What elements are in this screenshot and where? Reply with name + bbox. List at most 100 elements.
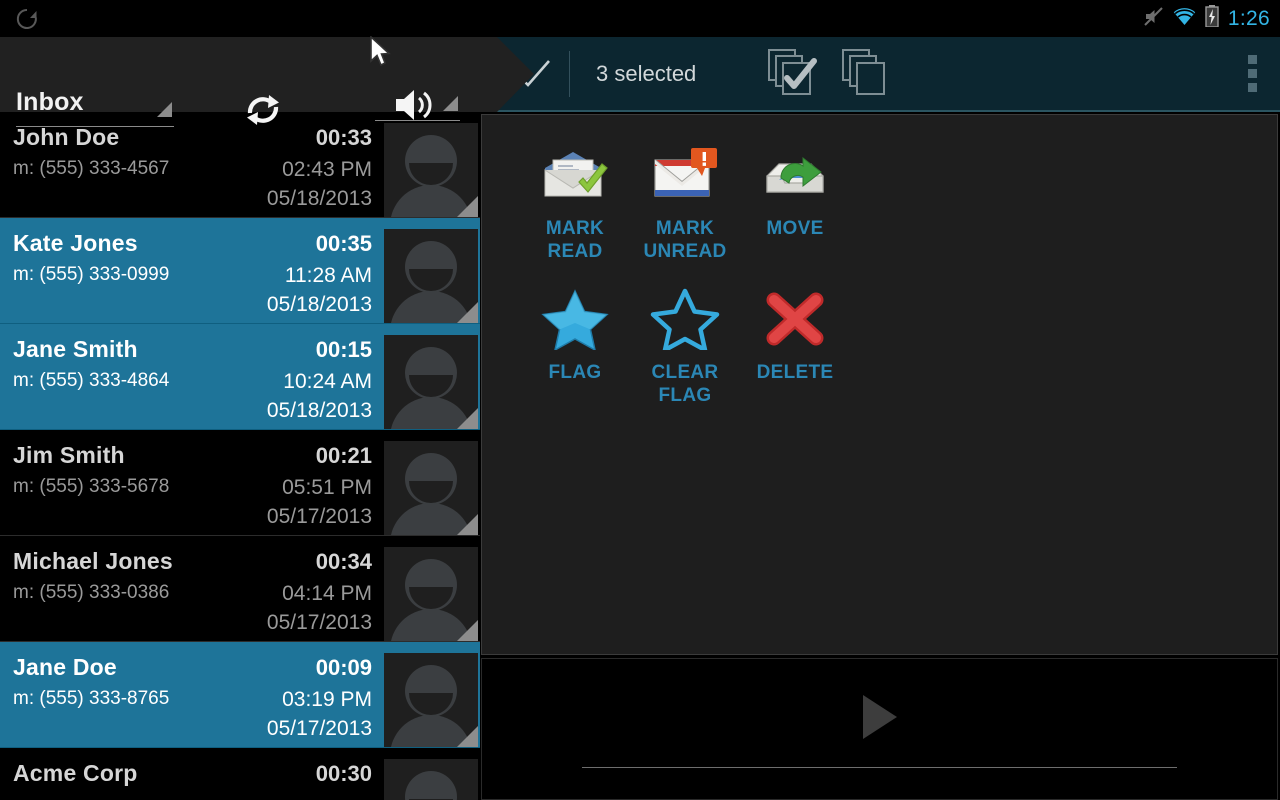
avatar[interactable] (384, 123, 478, 217)
select-all-button[interactable] (758, 36, 832, 111)
date: 05/17/2013 (266, 505, 372, 528)
battery-charging-icon (1205, 5, 1219, 32)
duration: 00:30 (315, 761, 372, 786)
bulk-action-panel: MARK READ MARK UNREAD MOVE FLAG CLEAR FL… (481, 114, 1278, 655)
audio-output-spinner[interactable] (375, 81, 460, 129)
duration: 00:15 (315, 337, 372, 362)
avatar[interactable] (384, 759, 478, 800)
time: 05:51 PM (282, 476, 372, 499)
quick-contact-badge-icon (457, 196, 478, 217)
avatar[interactable] (384, 547, 478, 641)
avatar[interactable] (384, 335, 478, 429)
quick-contact-badge-icon (457, 302, 478, 323)
audio-player (481, 658, 1278, 800)
time: 11:28 AM (284, 264, 372, 287)
move-to-folder-arrow-icon (759, 137, 831, 213)
refresh-icon (247, 95, 279, 125)
row-meta: 00:15 10:24 AM 05/18/2013 (267, 335, 372, 425)
folder-spinner[interactable]: Inbox (16, 87, 174, 135)
time: 10:24 AM (283, 370, 372, 393)
flag-label: FLAG (548, 362, 602, 383)
avatar[interactable] (384, 229, 478, 323)
date: 05/18/2013 (266, 187, 372, 210)
deselect-all-button[interactable] (832, 36, 906, 111)
time: 02:43 PM (282, 158, 372, 181)
list-item[interactable]: Jane Smith m: (555) 333-4864 00:15 10:24… (0, 324, 480, 430)
quick-contact-badge-icon (457, 408, 478, 429)
move-button[interactable]: MOVE (740, 137, 850, 263)
sync-spinner-icon (14, 6, 40, 32)
play-triangle-icon[interactable] (862, 695, 897, 739)
spinner-underline (16, 126, 174, 127)
delete-button[interactable]: DELETE (740, 281, 850, 407)
overflow-dot (1247, 83, 1257, 92)
date: 05/17/2013 (266, 717, 372, 740)
refresh-button[interactable] (238, 89, 288, 131)
app-root: 1:26 Inbox 3 selected John Doe m: (555) … (0, 0, 1280, 800)
overflow-menu-button[interactable] (1224, 36, 1280, 111)
row-meta: 00:34 04:14 PM 05/17/2013 (267, 547, 372, 637)
wifi-icon (1173, 7, 1196, 31)
time: 04:14 PM (282, 582, 372, 605)
select-all-icon (768, 48, 818, 95)
left-action-bar: Inbox (0, 37, 534, 127)
overflow-dot (1247, 69, 1257, 78)
divider (569, 50, 570, 97)
action-grid: MARK READ MARK UNREAD MOVE FLAG CLEAR FL… (482, 115, 872, 425)
duration: 00:34 (315, 549, 372, 574)
spinner-underline (375, 120, 460, 121)
duration: 00:33 (315, 125, 372, 150)
move-label: MOVE (766, 218, 824, 239)
row-meta: 00:21 05:51 PM 05/17/2013 (267, 441, 372, 531)
status-icons: 1:26 (1143, 5, 1280, 32)
chevron-down-icon (443, 96, 458, 111)
chevron-down-icon (157, 102, 172, 117)
quick-contact-badge-icon (457, 620, 478, 641)
mark-unread-button[interactable]: MARK UNREAD (630, 137, 740, 263)
contextual-action-bar: 3 selected (497, 37, 1280, 112)
avatar[interactable] (384, 653, 478, 747)
volume-muted-icon (1143, 6, 1164, 32)
list-item[interactable]: Michael Jones m: (555) 333-0386 00:34 04… (0, 536, 480, 642)
row-meta: 00:33 02:43 PM 05/18/2013 (267, 123, 372, 213)
selected-count-label: 3 selected (596, 60, 697, 86)
clear-flag-label: CLEAR FLAG (651, 362, 719, 406)
delete-label: DELETE (756, 362, 834, 383)
quick-contact-badge-icon (457, 726, 478, 747)
date: 05/17/2013 (266, 611, 372, 634)
list-item[interactable]: Jim Smith m: (555) 333-5678 00:21 05:51 … (0, 430, 480, 536)
envelope-alert-icon (649, 137, 721, 213)
mark-read-button[interactable]: MARK READ (520, 137, 630, 263)
red-x-delete-icon (759, 281, 831, 357)
date: 05/18/2013 (266, 399, 372, 422)
row-meta: 00:09 03:19 PM 05/17/2013 (267, 653, 372, 743)
seek-bar[interactable] (582, 767, 1177, 768)
time: 03:19 PM (282, 688, 372, 711)
deselect-all-icon (842, 48, 886, 95)
row-meta: 00:35 11:28 AM 05/18/2013 (267, 229, 372, 319)
status-bar: 1:26 (0, 0, 1280, 37)
envelope-check-icon (539, 137, 611, 213)
duration: 00:35 (315, 231, 372, 256)
mark-unread-label: MARK UNREAD (643, 218, 727, 262)
avatar-head (405, 771, 457, 800)
duration: 00:09 (315, 655, 372, 680)
list-item[interactable]: Kate Jones m: (555) 333-0999 00:35 11:28… (0, 218, 480, 324)
list-item[interactable]: Acme Corp 00:30 (0, 748, 480, 800)
clear-flag-button[interactable]: CLEAR FLAG (630, 281, 740, 407)
quick-contact-badge-icon (457, 514, 478, 535)
avatar[interactable] (384, 441, 478, 535)
flag-button[interactable]: FLAG (520, 281, 630, 407)
row-meta: 00:30 (316, 759, 372, 791)
status-clock: 1:26 (1227, 6, 1270, 30)
speaker-volume-icon (393, 87, 439, 128)
message-list[interactable]: John Doe m: (555) 333-4567 00:33 02:43 P… (0, 112, 480, 800)
duration: 00:21 (315, 443, 372, 468)
mark-read-label: MARK READ (545, 218, 605, 262)
star-outline-icon (649, 281, 721, 357)
list-item[interactable]: Jane Doe m: (555) 333-8765 00:09 03:19 P… (0, 642, 480, 748)
folder-spinner-label: Inbox (16, 88, 84, 116)
date: 05/18/2013 (266, 293, 372, 316)
star-filled-icon (539, 281, 611, 357)
overflow-dot (1247, 55, 1257, 64)
